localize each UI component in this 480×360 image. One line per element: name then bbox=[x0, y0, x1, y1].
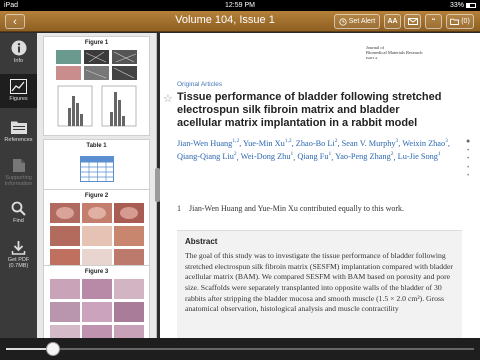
sidebar-item-label: Find bbox=[13, 218, 24, 224]
figure-preview-image bbox=[50, 279, 144, 338]
font-size-icon: AA bbox=[387, 18, 398, 25]
chart-icon bbox=[10, 79, 27, 94]
author-affiliation: 1 bbox=[290, 151, 294, 158]
author-link[interactable]: Lu-Jie Song1 bbox=[398, 151, 441, 162]
references-icon bbox=[10, 121, 27, 134]
table-icon bbox=[79, 156, 114, 182]
author-affiliation: 3 bbox=[395, 138, 399, 144]
section-label: Original Articles bbox=[177, 81, 223, 88]
star-icon[interactable]: ☆ bbox=[163, 92, 173, 105]
sidebar: Info Figures References Supporting Infor… bbox=[0, 33, 37, 338]
thumbnail-label: Table 1 bbox=[86, 143, 107, 149]
download-icon bbox=[11, 241, 26, 255]
author-link[interactable]: Qiang Fu1 bbox=[297, 151, 332, 162]
author-affiliation: 1,2 bbox=[232, 138, 240, 144]
figure-preview-image bbox=[56, 50, 137, 127]
battery-icon bbox=[466, 3, 476, 8]
abstract-heading: Abstract bbox=[185, 237, 218, 246]
cite-button[interactable] bbox=[404, 14, 421, 29]
author-link[interactable]: Sean V. Murphy3 bbox=[342, 138, 399, 148]
author-list: Jian-Wen Huang1,2, Yue-Min Xu1,2, Zhao-B… bbox=[177, 138, 450, 162]
author-affiliation: 1,2 bbox=[284, 138, 292, 144]
sidebar-item-label: Info bbox=[13, 58, 24, 64]
sidebar-item-figures[interactable]: Figures bbox=[0, 74, 37, 108]
author-link[interactable]: Yao-Peng Zhang2 bbox=[335, 151, 394, 162]
page-indicator: ● • • • • bbox=[466, 138, 471, 179]
author-footnote: 1 Jian-Wen Huang and Yue-Min Xu contribu… bbox=[177, 204, 462, 213]
set-alert-label: Set Alert bbox=[348, 18, 376, 25]
page-slider-thumb[interactable] bbox=[45, 342, 60, 356]
envelope-icon bbox=[407, 18, 418, 25]
sidebar-item-supporting-information[interactable]: Supporting Information bbox=[0, 155, 37, 191]
clock-icon bbox=[339, 17, 347, 26]
sidebar-item-info[interactable]: Info bbox=[0, 37, 37, 69]
top-toolbar: ‹ Volume 104, Issue 1 Set Alert AA “ (0) bbox=[0, 11, 480, 32]
author-affiliation: 3 bbox=[445, 138, 448, 144]
thumbnail-label: Figure 1 bbox=[84, 40, 109, 46]
sidebar-item-label: Supporting Information bbox=[4, 175, 33, 187]
thumbnail-label: Figure 3 bbox=[84, 269, 109, 275]
author-affiliation: 1 bbox=[437, 151, 441, 158]
bottom-bar bbox=[0, 338, 480, 360]
quote-button[interactable]: “ bbox=[425, 14, 442, 29]
author-link[interactable]: Zhao-Bo Li2 bbox=[296, 138, 338, 148]
page-slider-track[interactable] bbox=[6, 348, 474, 350]
back-button[interactable]: ‹ bbox=[5, 14, 25, 29]
clock: 12:59 PM bbox=[225, 2, 255, 9]
article-title: Tissue performance of bladder following … bbox=[177, 91, 442, 130]
thumbnail-label: Figure 2 bbox=[84, 193, 109, 199]
sidebar-item-label: References bbox=[4, 137, 33, 143]
author-link[interactable]: Yue-Min Xu1,2 bbox=[243, 138, 292, 148]
author-affiliation: 2 bbox=[233, 151, 237, 158]
info-icon bbox=[11, 40, 26, 56]
status-bar: iPad 12:59 PM 33% bbox=[0, 0, 480, 11]
article-view: Journal of Biomedical Materials Research… bbox=[160, 33, 480, 338]
abstract-text: The goal of this study was to investigat… bbox=[185, 251, 453, 314]
search-icon bbox=[11, 201, 26, 216]
issue-title: Volume 104, Issue 1 bbox=[175, 14, 275, 26]
sidebar-item-label: Get PDF (0.7MB) bbox=[7, 257, 30, 269]
footnote-text: Jian-Wen Huang and Yue-Min Xu contribute… bbox=[189, 204, 405, 213]
author-link[interactable]: Qiang-Qiang Liu2 bbox=[177, 151, 237, 162]
figure-thumbnail[interactable]: Figure 3 bbox=[43, 265, 150, 338]
sidebar-item-get-pdf[interactable]: Get PDF (0.7MB) bbox=[0, 238, 37, 276]
font-size-button[interactable]: AA bbox=[384, 14, 401, 29]
figures-panel: Figure 1 Table 1 Figure 2 Figure 3 bbox=[37, 33, 157, 338]
journal-logo: Journal of Biomedical Materials Research… bbox=[366, 45, 423, 60]
chevron-left-icon: ‹ bbox=[13, 15, 17, 28]
author-link[interactable]: Wei-Dong Zhu1 bbox=[241, 151, 294, 162]
sidebar-item-references[interactable]: References bbox=[0, 117, 37, 151]
author-affiliation: 2 bbox=[390, 151, 394, 158]
abstract-section: Abstract The goal of this study was to i… bbox=[177, 230, 462, 338]
sidebar-item-find[interactable]: Find bbox=[0, 199, 37, 231]
figure-thumbnail[interactable]: Figure 1 bbox=[43, 36, 150, 136]
quote-icon: “ bbox=[431, 18, 436, 25]
footnote-number: 1 bbox=[177, 204, 181, 213]
folder-count: (0) bbox=[461, 18, 470, 25]
set-alert-button[interactable]: Set Alert bbox=[334, 14, 380, 29]
author-affiliation: 1 bbox=[328, 151, 332, 158]
sidebar-item-label: Figures bbox=[9, 96, 28, 102]
folder-icon bbox=[450, 18, 460, 25]
saved-folder-button[interactable]: (0) bbox=[446, 14, 474, 29]
author-affiliation: 2 bbox=[334, 138, 338, 144]
document-icon bbox=[12, 159, 25, 172]
author-link[interactable]: Weixin Zhao3 bbox=[402, 138, 448, 148]
author-link[interactable]: Jian-Wen Huang1,2 bbox=[177, 138, 240, 148]
